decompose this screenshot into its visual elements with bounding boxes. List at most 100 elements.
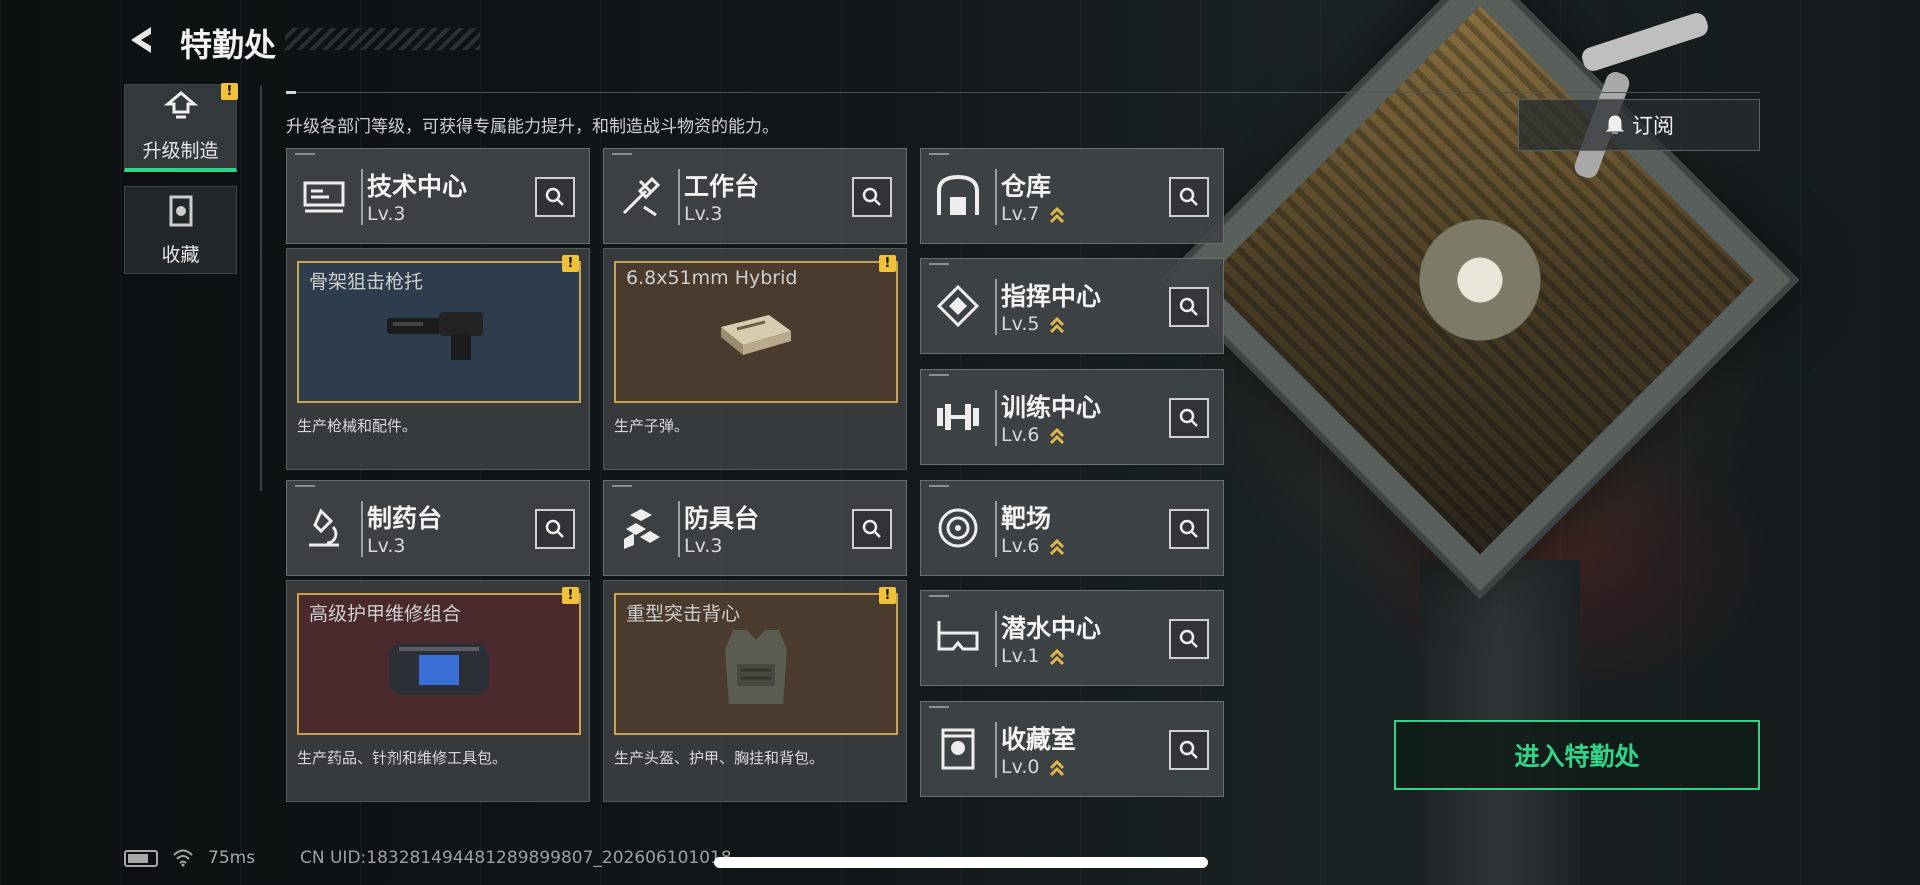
page-description: 升级各部门等级，可获得专属能力提升，和制造战斗物资的能力。 — [286, 117, 779, 137]
dept-name: 训练中心 — [1001, 393, 1102, 422]
production-panel-tech[interactable]: 骨架狙击枪托 ! 生产枪械和配件。 — [286, 248, 590, 470]
search-button[interactable] — [1169, 398, 1209, 438]
dept-card-tech[interactable]: 技术中心 Lv.3 — [286, 148, 590, 244]
upgrade-chevron-icon — [1049, 316, 1065, 334]
ammo-box-image — [721, 314, 791, 355]
nav-tab-upgrade-label: 升级制造 — [142, 140, 219, 162]
enter-special-ops-button[interactable]: 进入特勤处 — [1394, 720, 1760, 790]
dept-card-training[interactable]: 训练中心 Lv.6 — [920, 369, 1224, 465]
diving-center-icon — [933, 613, 983, 663]
dept-level: Lv.7 — [1001, 203, 1040, 225]
subscribe-button[interactable]: 订阅 — [1518, 99, 1760, 151]
dept-name: 技术中心 — [367, 172, 468, 201]
assault-vest-image — [725, 629, 787, 704]
warehouse-icon — [933, 171, 983, 221]
search-icon — [1179, 297, 1198, 316]
dept-name: 指挥中心 — [1001, 282, 1102, 311]
dept-name: 工作台 — [684, 172, 760, 201]
dept-name: 靶场 — [1001, 504, 1052, 533]
dept-level: Lv.3 — [684, 203, 723, 225]
item-name: 高级护甲维修组合 — [309, 603, 462, 625]
search-icon — [545, 519, 564, 538]
dept-card-vault[interactable]: 收藏室 Lv.0 — [920, 701, 1224, 797]
search-button[interactable] — [1169, 177, 1209, 217]
dept-card-storage[interactable]: 仓库 Lv.7 — [920, 148, 1224, 244]
search-button[interactable] — [535, 509, 575, 549]
wifi-icon — [173, 849, 193, 867]
divider-vertical — [260, 86, 262, 491]
search-icon — [862, 519, 881, 538]
dept-card-pharmacy[interactable]: 制药台 Lv.3 — [286, 480, 590, 576]
divider-marker — [286, 91, 296, 94]
search-button[interactable] — [852, 177, 892, 217]
search-icon — [1179, 408, 1198, 427]
back-arrow-icon — [131, 27, 151, 53]
dept-card-command[interactable]: 指挥中心 Lv.5 — [920, 258, 1224, 354]
sniper-stock-image — [387, 311, 483, 360]
dept-card-armor[interactable]: 防具台 Lv.3 — [603, 480, 907, 576]
item-frame: 重型突击背心 — [614, 593, 898, 735]
dept-level: Lv.6 — [1001, 424, 1040, 446]
dept-level: Lv.3 — [684, 535, 723, 557]
production-desc: 生产枪械和配件。 — [297, 417, 418, 435]
dept-name: 仓库 — [1001, 172, 1052, 201]
production-desc: 生产药品、针剂和维修工具包。 — [297, 749, 508, 767]
subscribe-label: 订阅 — [1632, 114, 1674, 138]
dept-level: Lv.0 — [1001, 756, 1040, 778]
dept-level: Lv.6 — [1001, 535, 1040, 557]
search-button[interactable] — [1169, 730, 1209, 770]
item-name: 6.8x51mm Hybrid — [626, 267, 798, 289]
alert-badge: ! — [562, 255, 579, 272]
back-button[interactable] — [124, 22, 160, 58]
alert-badge: ! — [221, 83, 238, 100]
production-panel-armor[interactable]: 重型突击背心 ! 生产头盔、护甲、胸挂和背包。 — [603, 580, 907, 802]
search-icon — [1179, 740, 1198, 759]
dept-level: Lv.3 — [367, 535, 406, 557]
search-icon — [1179, 519, 1198, 538]
search-button[interactable] — [1169, 287, 1209, 327]
item-frame: 高级护甲维修组合 — [297, 593, 581, 735]
nav-tab-collection[interactable]: 收藏 — [124, 186, 237, 274]
upgrade-icon — [163, 90, 198, 128]
search-button[interactable] — [852, 509, 892, 549]
search-button[interactable] — [1169, 509, 1209, 549]
search-icon — [862, 187, 881, 206]
search-button[interactable] — [535, 177, 575, 217]
item-name: 骨架狙击枪托 — [309, 271, 424, 293]
dept-card-range[interactable]: 靶场 Lv.6 — [920, 480, 1224, 576]
pharmacy-icon — [299, 503, 349, 553]
dept-level: Lv.5 — [1001, 313, 1040, 335]
item-frame: 骨架狙击枪托 — [297, 261, 581, 403]
alert-badge: ! — [562, 587, 579, 604]
command-center-icon — [933, 281, 983, 331]
collection-room-icon — [933, 724, 983, 774]
search-icon — [1179, 187, 1198, 206]
item-name: 重型突击背心 — [626, 603, 741, 625]
workbench-icon — [616, 171, 666, 221]
upgrade-chevron-icon — [1049, 427, 1065, 445]
armor-bench-icon — [616, 503, 666, 553]
ping-value: 75ms — [208, 848, 256, 868]
alert-badge: ! — [879, 587, 896, 604]
armor-repair-kit-image — [389, 642, 489, 695]
status-bar: 75ms — [124, 848, 255, 868]
search-button[interactable] — [1169, 619, 1209, 659]
tech-center-icon — [299, 171, 349, 221]
dept-card-diving[interactable]: 潜水中心 Lv.1 — [920, 590, 1224, 686]
production-panel-pharmacy[interactable]: 高级护甲维修组合 ! 生产药品、针剂和维修工具包。 — [286, 580, 590, 802]
collection-icon — [164, 194, 198, 232]
upgrade-chevron-icon — [1049, 538, 1065, 556]
production-panel-workbench[interactable]: 6.8x51mm Hybrid ! 生产子弹。 — [603, 248, 907, 470]
production-desc: 生产头盔、护甲、胸挂和背包。 — [614, 749, 825, 767]
home-indicator[interactable] — [714, 857, 1208, 868]
dept-name: 潜水中心 — [1001, 614, 1102, 643]
dept-name: 制药台 — [367, 504, 443, 533]
dept-card-workbench[interactable]: 工作台 Lv.3 — [603, 148, 907, 244]
training-center-icon — [933, 392, 983, 442]
alert-badge: ! — [879, 255, 896, 272]
dept-name: 收藏室 — [1001, 725, 1077, 754]
nav-tab-collection-label: 收藏 — [161, 243, 200, 266]
dept-name: 防具台 — [684, 504, 760, 533]
upgrade-chevron-icon — [1049, 648, 1065, 666]
nav-tab-upgrade[interactable]: 升级制造 ! — [124, 83, 238, 172]
